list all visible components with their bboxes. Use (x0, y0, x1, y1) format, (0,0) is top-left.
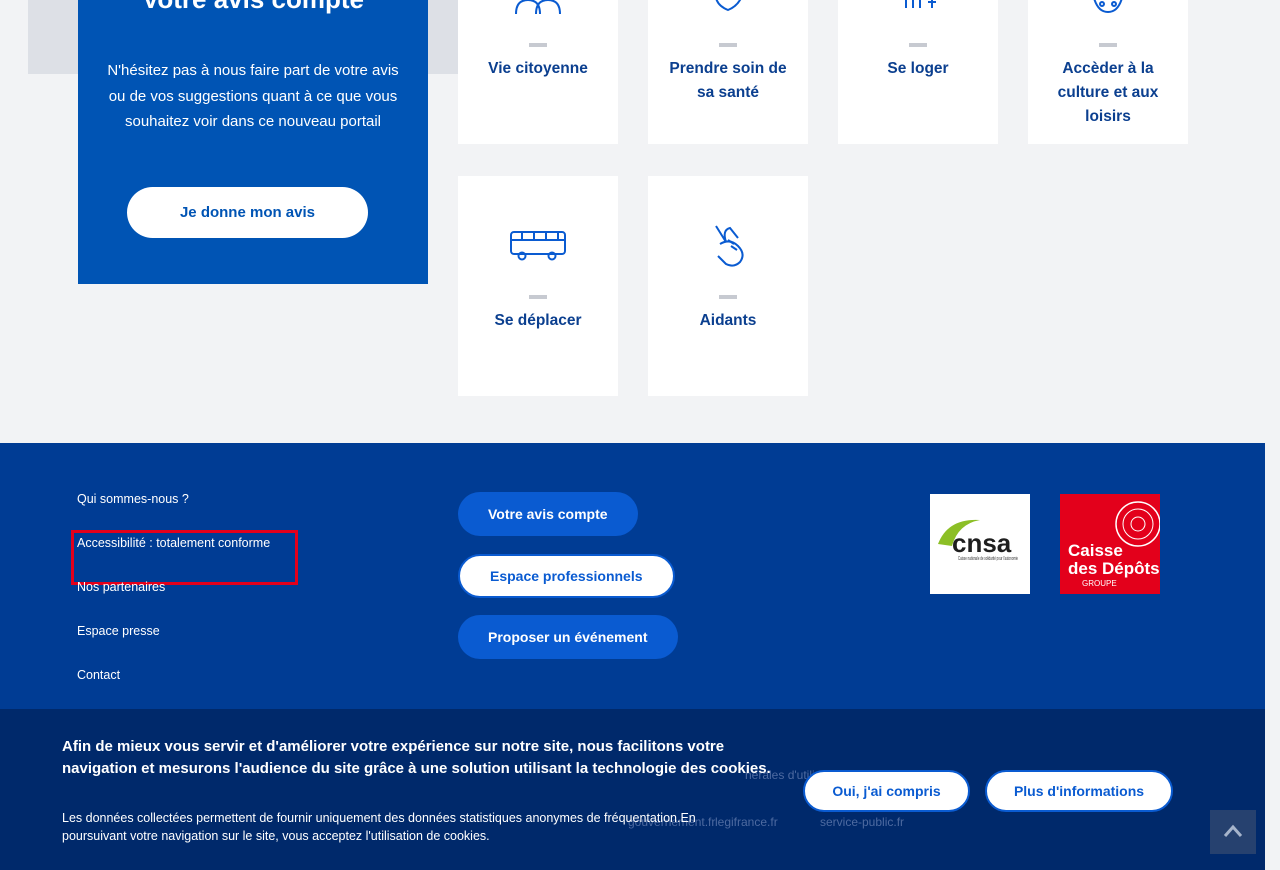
tile-label: Prendre soin de sa santé (669, 60, 787, 101)
footer-link-about[interactable]: Qui sommes-nous ? (77, 492, 189, 506)
tile-label: Vie citoyenne (488, 60, 588, 77)
footer-link-contact[interactable]: Contact (77, 668, 120, 682)
caisse-des-depots-logo[interactable]: Caisse des Dépôts GROUPE (1060, 494, 1161, 594)
scrollbar-track[interactable] (1265, 0, 1280, 870)
tile-label: Aidants (699, 312, 757, 329)
cnsa-logo[interactable]: cnsa Caisse nationale de solidarité pour… (930, 494, 1030, 594)
tile-separator (719, 43, 737, 47)
cookie-text: Les données collectées permettent de fou… (62, 811, 696, 843)
helping-hand-icon (715, 225, 744, 267)
footer-link-partners[interactable]: Nos partenaires (77, 580, 165, 594)
cnsa-logo-graphic: cnsa Caisse nationale de solidarité pour… (938, 519, 1018, 562)
cookie-accept-button[interactable]: Oui, j'ai compris (803, 770, 970, 812)
feedback-title: Votre avis compte (78, 0, 428, 15)
tile-label: Se déplacer (494, 312, 582, 329)
tile-separator (909, 43, 927, 47)
tile-separator (529, 295, 547, 299)
tile-vie-citoyenne[interactable]: Vie citoyenne (458, 0, 618, 144)
cookie-banner: nérales d'utilisation gouvernement.fr le… (0, 709, 1265, 870)
cookie-more-info-button[interactable]: Plus d'informations (985, 770, 1173, 812)
chevron-up-icon (1223, 824, 1243, 837)
propose-event-button[interactable]: Proposer un événement (458, 615, 678, 659)
tile-culture-loisirs[interactable]: Accèder à la culture et aux loisirs (1028, 0, 1188, 144)
cdc-line3: GROUPE (1082, 579, 1117, 588)
caisse-des-depots-logo-graphic: Caisse des Dépôts GROUPE (1068, 501, 1161, 588)
cnsa-caption: Caisse nationale de solidarité pour l'au… (958, 556, 1018, 562)
house-icon (905, 0, 936, 8)
feedback-text: N'hésitez pas à nous faire part de votre… (107, 62, 399, 130)
cdc-line2: des Dépôts (1068, 559, 1160, 578)
tile-label: Se loger (887, 60, 949, 77)
tile-label: Accèder à la culture et aux loisirs (1057, 60, 1159, 125)
tile-aidants[interactable]: Aidants (648, 176, 808, 396)
focus-highlight (71, 530, 298, 585)
cdc-line1: Caisse (1068, 541, 1123, 560)
back-to-top-button[interactable] (1210, 810, 1256, 854)
cookie-title: Afin de mieux vous servir et d'améliorer… (62, 738, 771, 777)
culture-icon (1093, 0, 1123, 14)
footer-feedback-button[interactable]: Votre avis compte (458, 492, 638, 536)
tile-se-deplacer[interactable]: Se déplacer (458, 176, 618, 396)
tile-separator (1099, 43, 1117, 47)
feedback-card: Votre avis compte N'hésitez pas à nous f… (78, 0, 428, 284)
tile-separator (529, 43, 547, 47)
professional-space-button[interactable]: Espace professionnels (458, 554, 675, 598)
cnsa-wordmark: cnsa (952, 528, 1012, 558)
tile-sante[interactable]: Prendre soin de sa santé (648, 0, 808, 144)
tile-separator (719, 295, 737, 299)
give-feedback-button[interactable]: Je donne mon avis (127, 187, 368, 238)
footer-link-press[interactable]: Espace presse (77, 624, 160, 638)
footer-link-service-public[interactable]: service-public.fr (820, 815, 904, 829)
health-icon (715, 0, 742, 12)
people-icon (515, 0, 561, 15)
tile-se-loger[interactable]: Se loger (838, 0, 998, 144)
bus-icon (510, 231, 566, 261)
